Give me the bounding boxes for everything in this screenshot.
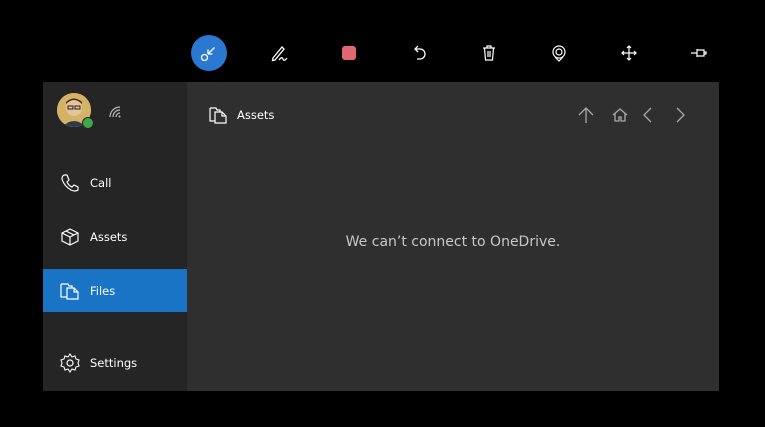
error-message: We can’t connect to OneDrive. [345,234,561,250]
collapse-icon [200,47,215,62]
signal-icon [109,106,121,118]
files-icon [59,280,81,302]
delete-button[interactable] [471,35,507,71]
move-icon [621,45,637,61]
sidebar-item-label: Settings [90,355,138,370]
trash-icon [483,45,495,61]
sidebar-item-settings[interactable]: Settings [43,341,187,384]
breadcrumb[interactable]: Assets [208,105,274,125]
home-icon [612,108,628,122]
sidebar-item-assets[interactable]: Assets [43,215,187,258]
stop-button[interactable] [331,35,367,71]
stop-icon [342,46,356,60]
forward-button[interactable] [670,104,690,126]
undo-button[interactable] [401,35,437,71]
status-badge [82,117,94,129]
back-button[interactable] [638,104,658,126]
location-icon [552,45,566,62]
move-button[interactable] [611,35,647,71]
pin-button[interactable] [681,35,717,71]
chevron-left-icon [643,107,652,123]
undo-icon [414,45,426,60]
pin-icon [691,49,707,57]
sidebar: Call Assets Files Settings [43,82,187,391]
breadcrumb-label: Assets [237,108,275,122]
up-button[interactable] [576,104,596,126]
phone-icon [59,172,81,194]
main-panel: Call Assets Files Settings Assets We can… [43,82,719,391]
files-icon [208,105,228,125]
collapse-button[interactable] [191,35,227,71]
chevron-right-icon [676,107,685,123]
sidebar-item-label: Assets [90,229,128,244]
sidebar-item-label: Call [90,175,112,190]
sidebar-item-label: Files [90,283,116,298]
pen-icon [271,46,288,62]
content-pane: Assets We can’t connect to OneDrive. [187,82,719,391]
sidebar-item-files[interactable]: Files [43,269,187,312]
assets-icon [59,226,81,248]
arrow-up-icon [578,107,594,123]
sidebar-item-call[interactable]: Call [43,161,187,204]
home-button[interactable] [610,104,630,126]
pen-button[interactable] [261,35,297,71]
gear-icon [59,352,81,374]
top-toolbar [0,0,765,82]
location-button[interactable] [541,35,577,71]
